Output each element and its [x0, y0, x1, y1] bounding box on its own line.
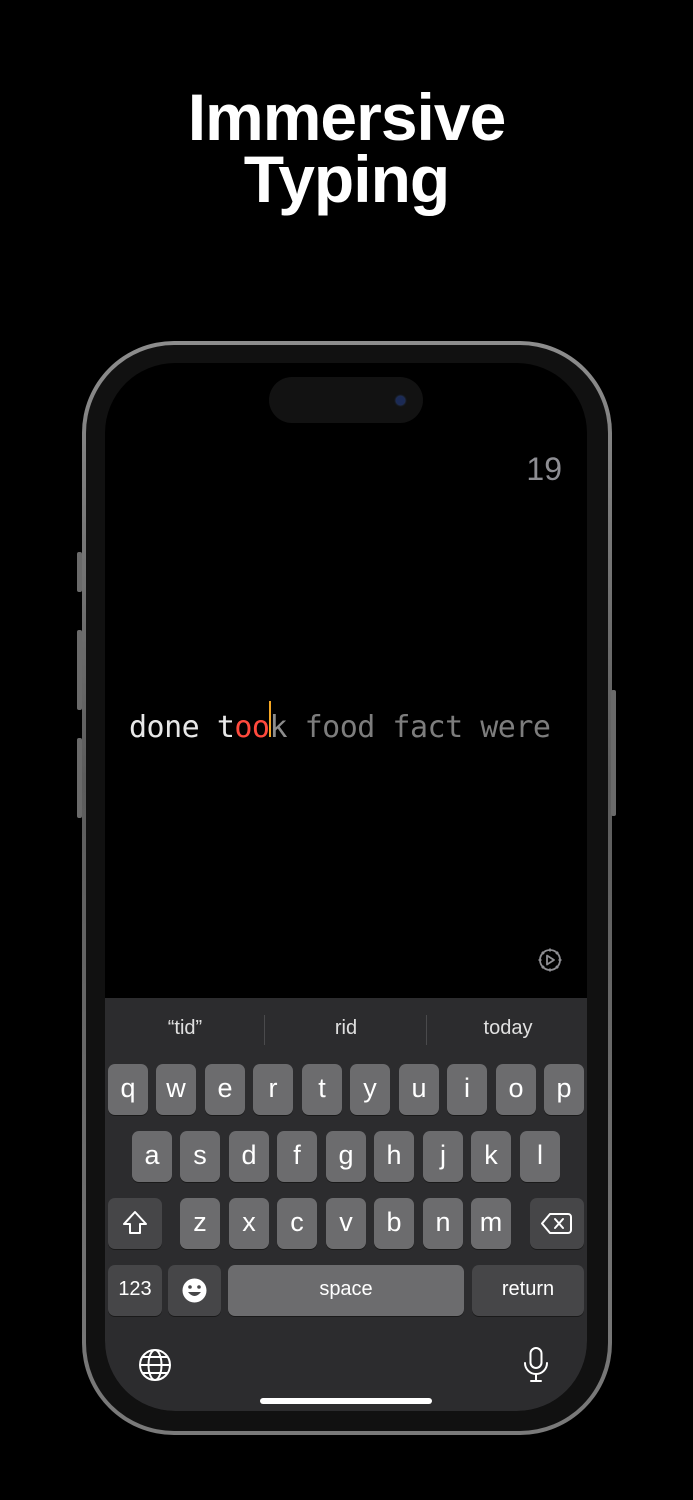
suggestion-bar: “tid” rid today: [105, 998, 587, 1060]
key-d[interactable]: d: [229, 1131, 269, 1182]
key-y[interactable]: y: [350, 1064, 390, 1115]
key-h[interactable]: h: [374, 1131, 414, 1182]
suggestion-2[interactable]: rid: [271, 1017, 421, 1040]
settings-gear-icon[interactable]: [536, 946, 564, 974]
word-counter: 19: [526, 451, 562, 487]
power-button: [611, 690, 616, 816]
backspace-icon: [541, 1213, 572, 1234]
volume-up-button: [77, 630, 82, 710]
key-r[interactable]: r: [253, 1064, 293, 1115]
key-v[interactable]: v: [326, 1198, 366, 1249]
phone-screen: 19 done took food fact were “tid” rid to…: [105, 363, 587, 1411]
key-p[interactable]: p: [544, 1064, 584, 1115]
emoji-icon: [182, 1278, 207, 1303]
headline-line-2: Typing: [243, 142, 450, 216]
key-j[interactable]: j: [423, 1131, 463, 1182]
home-indicator[interactable]: [260, 1398, 432, 1404]
suggestion-divider: [426, 1015, 427, 1045]
key-f[interactable]: f: [277, 1131, 317, 1182]
key-z[interactable]: z: [180, 1198, 220, 1249]
backspace-key[interactable]: [530, 1198, 584, 1249]
key-s[interactable]: s: [180, 1131, 220, 1182]
emoji-key[interactable]: [168, 1265, 221, 1316]
current-word-correct: t: [216, 710, 235, 745]
keyboard: “tid” rid today q w e r t y u i o p a s …: [105, 998, 587, 1411]
key-q[interactable]: q: [108, 1064, 148, 1115]
key-w[interactable]: w: [156, 1064, 196, 1115]
shift-key[interactable]: [108, 1198, 162, 1249]
shift-icon: [123, 1211, 147, 1234]
headline-line-1: Immersive: [187, 80, 507, 154]
space-key[interactable]: space: [228, 1265, 464, 1316]
key-x[interactable]: x: [229, 1198, 269, 1249]
completed-word: done: [129, 710, 200, 745]
camera-icon: [396, 396, 405, 405]
headline: Immersive Typing: [0, 80, 693, 216]
key-b[interactable]: b: [374, 1198, 414, 1249]
action-button: [77, 552, 82, 592]
key-a[interactable]: a: [132, 1131, 172, 1182]
suggestion-1[interactable]: “tid”: [110, 1017, 260, 1040]
current-word-error: oo: [234, 710, 270, 745]
key-i[interactable]: i: [447, 1064, 487, 1115]
typing-line[interactable]: done took food fact were: [129, 701, 579, 745]
key-m[interactable]: m: [471, 1198, 511, 1249]
upcoming-words: food fact were: [304, 710, 551, 745]
key-g[interactable]: g: [326, 1131, 366, 1182]
key-n[interactable]: n: [423, 1198, 463, 1249]
key-e[interactable]: e: [205, 1064, 245, 1115]
suggestion-divider: [264, 1015, 265, 1045]
current-word-remaining: k: [269, 710, 288, 745]
microphone-icon[interactable]: [521, 1346, 551, 1384]
key-k[interactable]: k: [471, 1131, 511, 1182]
suggestion-3[interactable]: today: [433, 1017, 583, 1040]
globe-icon[interactable]: [137, 1347, 173, 1383]
key-c[interactable]: c: [277, 1198, 317, 1249]
return-key[interactable]: return: [472, 1265, 584, 1316]
key-t[interactable]: t: [302, 1064, 342, 1115]
key-l[interactable]: l: [520, 1131, 560, 1182]
key-o[interactable]: o: [496, 1064, 536, 1115]
volume-down-button: [77, 738, 82, 818]
key-u[interactable]: u: [399, 1064, 439, 1115]
numbers-key[interactable]: 123: [108, 1265, 162, 1316]
dynamic-island: [269, 377, 423, 423]
